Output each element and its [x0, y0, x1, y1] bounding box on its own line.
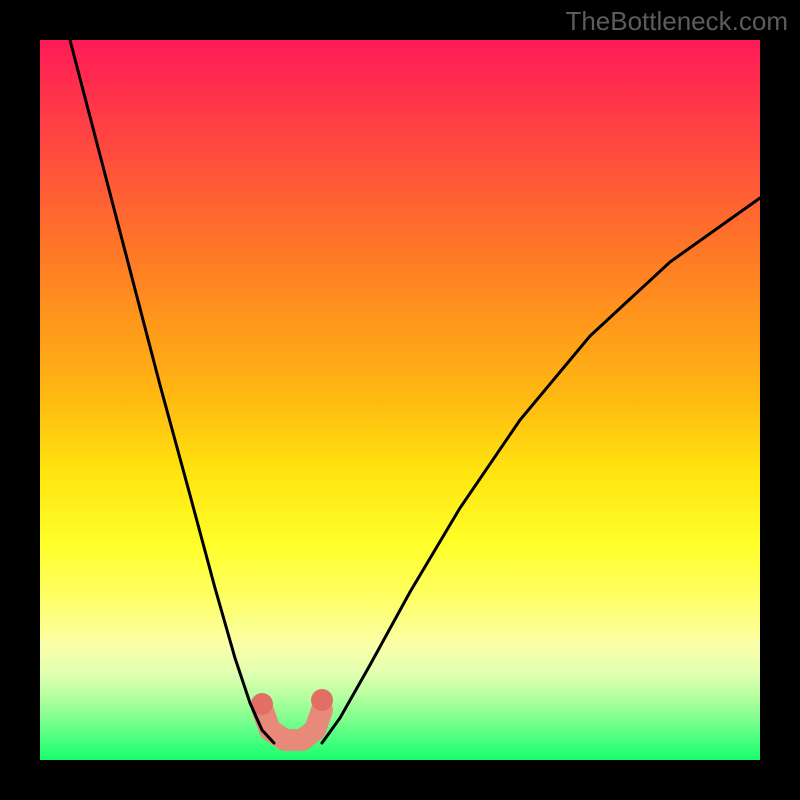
- chart-plot-area: [40, 40, 760, 760]
- optimal-range-marker: [262, 708, 322, 740]
- trough-dot-right: [311, 689, 333, 711]
- chart-frame: TheBottleneck.com: [0, 0, 800, 800]
- bottleneck-curve-left: [70, 40, 274, 743]
- chart-svg: [40, 40, 760, 760]
- bottleneck-curve-right: [322, 198, 760, 743]
- watermark-text: TheBottleneck.com: [565, 6, 788, 37]
